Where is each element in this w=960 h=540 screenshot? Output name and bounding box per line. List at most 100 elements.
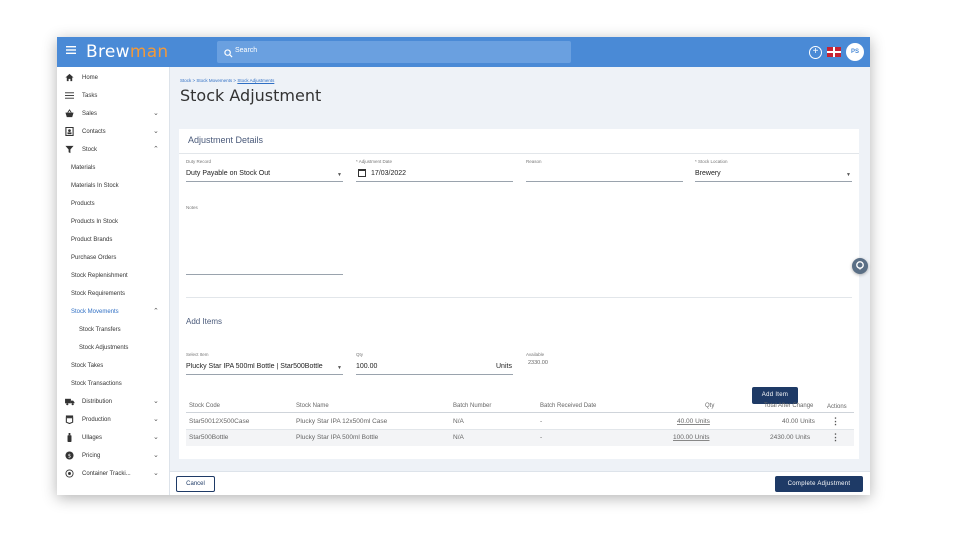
sidebar-item-stock-takes[interactable]: Stock Takes bbox=[57, 357, 169, 375]
divider bbox=[179, 153, 859, 154]
sidebar-item-products[interactable]: Products bbox=[57, 195, 169, 213]
vat-icon bbox=[65, 415, 74, 425]
breadcrumb-stock-adjustments[interactable]: Stock Adjustments bbox=[237, 78, 274, 83]
plus-circle-icon[interactable]: + bbox=[809, 45, 822, 59]
sidebar-item-product-brands[interactable]: Product Brands bbox=[57, 231, 169, 249]
cell-qty[interactable]: 100.00 Units bbox=[673, 434, 710, 441]
list-icon bbox=[65, 91, 74, 100]
sidebar-item-ullages[interactable]: Ullages ⌄ bbox=[57, 429, 169, 447]
target-icon bbox=[65, 469, 74, 478]
sidebar-item-stock[interactable]: Stock ⌃ bbox=[57, 141, 169, 159]
cell-batch-number: N/A bbox=[453, 434, 464, 441]
sidebar-item-products-in-stock[interactable]: Products In Stock bbox=[57, 213, 169, 231]
page-title: Stock Adjustment bbox=[180, 86, 322, 105]
sidebar-item-pricing[interactable]: $ Pricing ⌄ bbox=[57, 447, 169, 465]
breadcrumb-stock-movements[interactable]: Stock Movements bbox=[196, 78, 232, 83]
complete-adjustment-button[interactable]: Complete Adjustment bbox=[775, 476, 863, 492]
reason-underline bbox=[526, 181, 683, 182]
dropdown-arrow-icon[interactable]: ▼ bbox=[337, 365, 342, 371]
select-item-label: Select Item bbox=[186, 352, 209, 357]
more-vertical-icon[interactable]: ⋮ bbox=[831, 433, 840, 443]
chevron-down-icon: ⌄ bbox=[153, 470, 159, 477]
chevron-up-icon: ⌃ bbox=[153, 146, 159, 153]
adjustment-date-label: * Adjustment Date bbox=[356, 159, 393, 164]
cell-batch-date: - bbox=[540, 434, 543, 441]
notes-label: Notes bbox=[186, 205, 198, 210]
notes-textarea[interactable] bbox=[186, 215, 343, 271]
home-icon bbox=[65, 73, 74, 82]
basket-icon bbox=[65, 109, 74, 118]
breadcrumb-stock[interactable]: Stock bbox=[180, 78, 191, 83]
col-stock-code: Stock Code bbox=[189, 403, 221, 409]
truck-icon bbox=[65, 397, 75, 406]
add-items-title: Add Items bbox=[186, 317, 223, 326]
chevron-down-icon: ⌄ bbox=[153, 398, 159, 405]
help-icon[interactable] bbox=[852, 258, 868, 274]
adjustment-date-underline bbox=[356, 181, 513, 182]
search-input[interactable]: Search bbox=[217, 41, 571, 63]
sidebar-item-materials[interactable]: Materials bbox=[57, 159, 169, 177]
cell-stock-code: Star500Bottle bbox=[189, 434, 229, 441]
app-window: Brewman Search + PS Home Tasks Sales ⌄ C… bbox=[57, 37, 870, 495]
sidebar-item-production[interactable]: Production ⌄ bbox=[57, 411, 169, 429]
duty-record-label: Duty Record bbox=[186, 159, 212, 164]
col-stock-name: Stock Name bbox=[296, 403, 329, 409]
qty-label: Qty bbox=[356, 352, 364, 357]
chevron-down-icon: ⌄ bbox=[153, 434, 159, 441]
col-batch-received-date: Batch Received Date bbox=[540, 403, 597, 409]
contacts-icon bbox=[65, 126, 74, 137]
cell-batch-number: N/A bbox=[453, 418, 464, 425]
sidebar-item-container-tracking[interactable]: Container Tracki... ⌄ bbox=[57, 465, 169, 483]
calendar-icon[interactable] bbox=[358, 169, 366, 177]
dropdown-arrow-icon[interactable]: ▼ bbox=[846, 172, 851, 178]
sidebar-item-contacts[interactable]: Contacts ⌄ bbox=[57, 123, 169, 141]
adjustment-card: Adjustment Details Duty Record Duty Paya… bbox=[179, 129, 859, 459]
qty-input[interactable]: 100.00 bbox=[356, 363, 377, 370]
available-label: Available bbox=[526, 352, 545, 357]
notes-underline bbox=[186, 274, 343, 275]
select-item-select[interactable]: Plucky Star IPA 500ml Bottle | Star500Bo… bbox=[186, 363, 336, 370]
divider bbox=[186, 297, 852, 298]
sidebar-item-sales[interactable]: Sales ⌄ bbox=[57, 105, 169, 123]
sidebar-item-stock-transactions[interactable]: Stock Transactions bbox=[57, 375, 169, 393]
col-actions: Actions bbox=[827, 404, 847, 410]
brewman-logo[interactable]: Brewman bbox=[86, 42, 169, 62]
sidebar-item-tasks[interactable]: Tasks bbox=[57, 87, 169, 105]
cell-qty[interactable]: 40.00 Units bbox=[677, 418, 710, 425]
stock-location-select[interactable]: Brewery bbox=[695, 170, 721, 177]
sidebar-item-stock-movements[interactable]: Stock Movements ⌃ bbox=[57, 303, 169, 321]
sidebar-item-home[interactable]: Home bbox=[57, 69, 169, 87]
cell-stock-name: Plucky Star IPA 500ml Bottle bbox=[296, 434, 379, 441]
cell-stock-name: Plucky Star IPA 12x500ml Case bbox=[296, 418, 388, 425]
sidebar-item-stock-adjustments[interactable]: Stock Adjustments bbox=[57, 339, 169, 357]
select-item-underline bbox=[186, 374, 343, 375]
bottom-action-bar: Cancel Complete Adjustment bbox=[170, 471, 870, 495]
cell-batch-date: - bbox=[540, 418, 543, 425]
chevron-up-icon: ⌃ bbox=[153, 308, 159, 315]
hamburger-icon[interactable] bbox=[64, 44, 78, 58]
cell-total-after-change: 2430.00 Units bbox=[770, 434, 811, 441]
chevron-down-icon: ⌄ bbox=[153, 128, 159, 135]
duty-record-select[interactable]: Duty Payable on Stock Out bbox=[186, 170, 270, 177]
sidebar-item-stock-requirements[interactable]: Stock Requirements bbox=[57, 285, 169, 303]
stock-location-underline bbox=[695, 181, 852, 182]
sidebar: Home Tasks Sales ⌄ Contacts ⌄ Stock ⌃ Ma… bbox=[57, 67, 170, 495]
top-bar: Brewman Search + PS bbox=[57, 37, 870, 67]
stock-location-label: * Stock Location bbox=[695, 159, 728, 164]
cell-total-after-change: 40.00 Units bbox=[782, 418, 815, 425]
uk-flag-icon[interactable] bbox=[827, 47, 841, 57]
table-header-divider bbox=[186, 412, 854, 413]
more-vertical-icon[interactable]: ⋮ bbox=[831, 417, 840, 427]
breadcrumb: Stock > Stock Movements > Stock Adjustme… bbox=[180, 78, 275, 83]
sidebar-item-stock-replenishment[interactable]: Stock Replenishment bbox=[57, 267, 169, 285]
cancel-button[interactable]: Cancel bbox=[176, 476, 215, 492]
sidebar-item-purchase-orders[interactable]: Purchase Orders bbox=[57, 249, 169, 267]
available-value: 2330.00 bbox=[528, 360, 548, 366]
sidebar-item-distribution[interactable]: Distribution ⌄ bbox=[57, 393, 169, 411]
adjustment-date-field[interactable]: 17/03/2022 bbox=[371, 170, 406, 177]
dropdown-arrow-icon[interactable]: ▼ bbox=[337, 172, 342, 178]
add-item-button[interactable]: Add Item bbox=[752, 387, 798, 404]
sidebar-item-stock-transfers[interactable]: Stock Transfers bbox=[57, 321, 169, 339]
sidebar-item-materials-in-stock[interactable]: Materials In Stock bbox=[57, 177, 169, 195]
user-avatar[interactable]: PS bbox=[846, 43, 864, 61]
